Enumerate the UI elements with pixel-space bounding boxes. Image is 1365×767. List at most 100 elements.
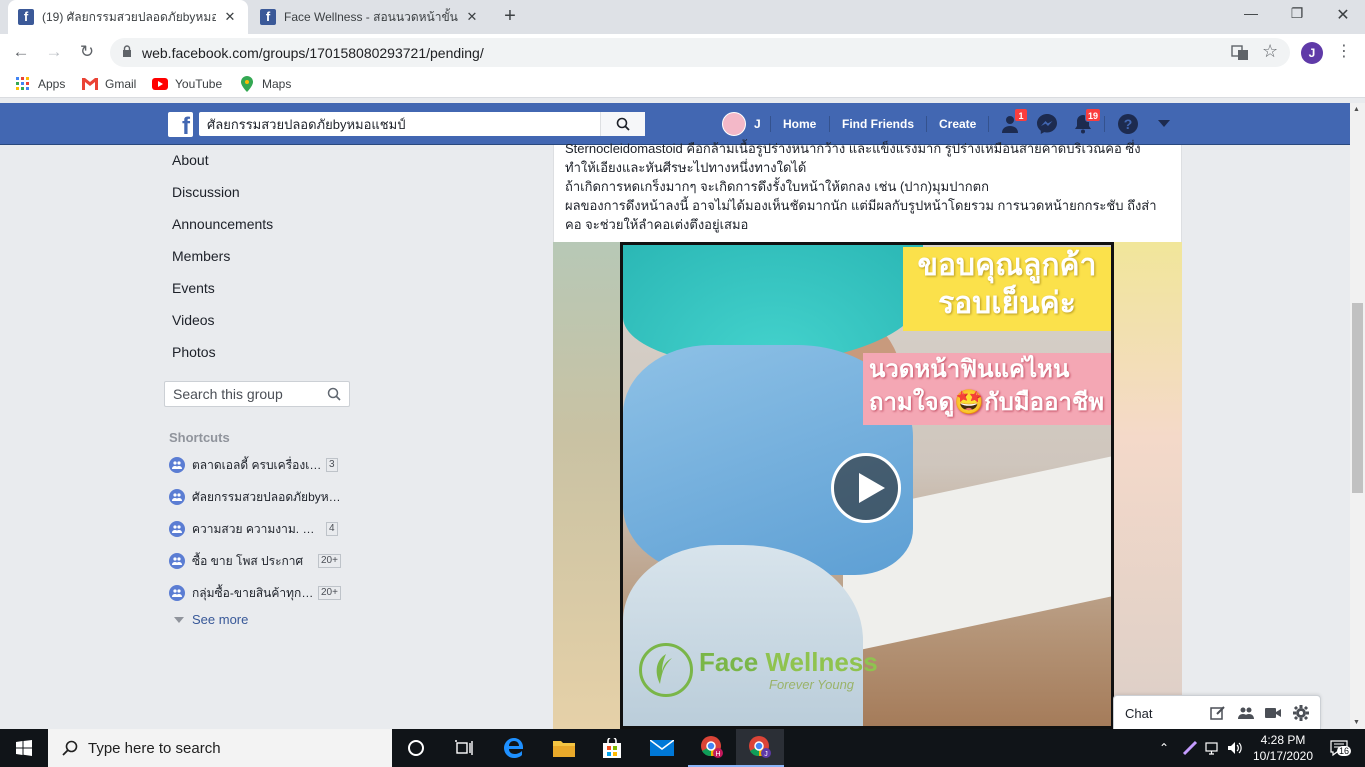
sidebar-item-videos[interactable]: Videos bbox=[172, 312, 215, 328]
caption-line: ถามใจดู🤩กับมืออาชีพ bbox=[869, 389, 1105, 416]
bookmark-label: Maps bbox=[262, 77, 292, 91]
translate-icon[interactable] bbox=[1231, 44, 1249, 62]
bookmark-gmail[interactable]: Gmail bbox=[82, 76, 136, 92]
restore-button[interactable]: ❐ bbox=[1274, 5, 1320, 27]
shortcut-name: ซื้อ ขาย โพส ประกาศ bbox=[192, 553, 304, 568]
taskbar-clock[interactable]: 4:28 PM 10/17/2020 bbox=[1243, 732, 1323, 764]
group-icon bbox=[169, 457, 185, 473]
clock-date: 10/17/2020 bbox=[1252, 749, 1314, 763]
sidebar-item-members[interactable]: Members bbox=[172, 248, 230, 264]
search-button[interactable] bbox=[600, 112, 645, 136]
sidebar-item-discussion[interactable]: Discussion bbox=[172, 184, 240, 200]
address-bar[interactable]: web.facebook.com/groups/170158080293721/… bbox=[110, 38, 1290, 67]
taskbar-search-input[interactable] bbox=[88, 739, 368, 757]
minimize-button[interactable]: — bbox=[1228, 5, 1274, 27]
new-message-icon[interactable] bbox=[1210, 705, 1226, 721]
messenger-button[interactable] bbox=[1035, 112, 1059, 136]
sidebar-item-events[interactable]: Events bbox=[172, 280, 215, 296]
see-more-link[interactable]: See more bbox=[174, 612, 248, 627]
browser-toolbar: ← → ↻ web.facebook.com/groups/1701580802… bbox=[0, 34, 1365, 71]
chrome-app-j[interactable]: J bbox=[736, 729, 784, 767]
shortcut-item[interactable]: ความสวย ความงาม. ครีม 4 bbox=[169, 519, 349, 539]
gear-icon[interactable] bbox=[1293, 705, 1309, 721]
forward-arrow-icon[interactable]: → bbox=[42, 41, 66, 65]
chrome-icon: H bbox=[701, 736, 723, 758]
bookmark-star-icon[interactable]: ☆ bbox=[1262, 41, 1278, 62]
sidebar-item-photos[interactable]: Photos bbox=[172, 344, 216, 360]
reload-icon[interactable]: ↻ bbox=[75, 41, 99, 65]
video-caption-pink: นวดหน้าฟินแค่ไหน ถามใจดู🤩กับมืออาชีพ bbox=[863, 353, 1111, 425]
task-view-button[interactable] bbox=[440, 729, 488, 767]
profile-avatar[interactable]: J bbox=[1301, 42, 1323, 64]
video-player[interactable]: ขอบคุณลูกค้า รอบเย็นค่ะ นวดหน้าฟินแค่ไหน… bbox=[620, 242, 1114, 729]
divider bbox=[988, 116, 989, 132]
volume-icon[interactable] bbox=[1225, 729, 1245, 767]
video-call-icon[interactable] bbox=[1265, 705, 1281, 721]
back-arrow-icon[interactable]: ← bbox=[9, 41, 33, 65]
scroll-down-icon[interactable]: ▼ bbox=[1353, 719, 1360, 726]
tab-title: Face Wellness - สอนนวดหน้าขั้นสูงอันดับ … bbox=[284, 9, 458, 24]
group-search-input[interactable] bbox=[165, 382, 320, 406]
post-text-line: Sternocleidomastoid คือกล้ามเนื้อรูปร่าง… bbox=[565, 141, 1141, 156]
close-tab-icon[interactable]: ✕ bbox=[464, 9, 480, 25]
bookmark-youtube[interactable]: YouTube bbox=[152, 76, 222, 92]
notifications-button[interactable]: 19 bbox=[1071, 108, 1101, 136]
shortcut-item[interactable]: ศัลยกรรมสวยปลอดภัยbyหมอแชมป์ bbox=[169, 487, 349, 507]
play-button-icon[interactable] bbox=[831, 453, 901, 523]
cortana-button[interactable] bbox=[392, 729, 440, 767]
browser-tab-face-wellness[interactable]: f Face Wellness - สอนนวดหน้าขั้นสูงอันดั… bbox=[250, 0, 490, 34]
chat-sidebar-tab[interactable]: Chat bbox=[1113, 695, 1321, 729]
chrome-app-h[interactable]: H bbox=[688, 729, 736, 767]
page-scrollbar[interactable]: ▲ ▼ bbox=[1350, 103, 1365, 729]
brand-name-part: Wellness bbox=[758, 647, 878, 677]
cortana-icon bbox=[408, 740, 424, 756]
pen-tray-icon[interactable] bbox=[1178, 729, 1202, 767]
shortcut-name: ตลาดเอลดี้ ครบเครื่องเรื่องสวย bbox=[192, 457, 322, 472]
group-icon bbox=[169, 585, 185, 601]
create-group-icon[interactable] bbox=[1238, 705, 1254, 721]
sidebar-item-announcements[interactable]: Announcements bbox=[172, 216, 273, 232]
maps-icon bbox=[239, 76, 255, 92]
help-button[interactable]: ? bbox=[1116, 112, 1140, 136]
shortcut-name: กลุ่มซื้อ-ขายสินค้าทุกชนิด bbox=[192, 585, 314, 600]
friend-requests-button[interactable]: 1 bbox=[998, 108, 1028, 136]
shortcut-name: ศัลยกรรมสวยปลอดภัยbyหมอแชมป์ bbox=[192, 489, 342, 504]
facebook-logo-icon[interactable]: f bbox=[168, 112, 193, 137]
new-tab-button[interactable]: + bbox=[498, 5, 522, 29]
search-icon bbox=[616, 117, 630, 131]
svg-text:J: J bbox=[764, 751, 768, 758]
sidebar-item-about[interactable]: About bbox=[172, 152, 209, 168]
account-menu-button[interactable] bbox=[1152, 112, 1176, 136]
bookmark-label: Apps bbox=[38, 77, 66, 91]
file-explorer-app[interactable] bbox=[540, 729, 588, 767]
windows-taskbar: H J ⌃ 4:28 PM 10/17/2020 16 bbox=[0, 729, 1365, 767]
mail-app[interactable] bbox=[638, 729, 686, 767]
scrollbar-thumb[interactable] bbox=[1352, 303, 1363, 493]
shortcut-item[interactable]: ซื้อ ขาย โพส ประกาศ 20+ bbox=[169, 551, 349, 571]
close-window-button[interactable]: ✕ bbox=[1320, 5, 1365, 27]
bookmark-apps[interactable]: Apps bbox=[15, 76, 65, 92]
clock-time: 4:28 PM bbox=[1260, 733, 1306, 747]
chrome-menu-icon[interactable]: ⋮ bbox=[1336, 41, 1352, 63]
tray-overflow-icon[interactable]: ⌃ bbox=[1152, 729, 1176, 767]
help-icon: ? bbox=[1118, 114, 1138, 134]
close-tab-icon[interactable]: ✕ bbox=[222, 9, 238, 25]
edge-app[interactable] bbox=[490, 729, 538, 767]
store-app[interactable] bbox=[588, 729, 636, 767]
network-icon[interactable] bbox=[1202, 729, 1224, 767]
url-text: web.facebook.com/groups/170158080293721/… bbox=[142, 45, 484, 61]
apps-grid-icon bbox=[15, 76, 31, 92]
action-center-button[interactable]: 16 bbox=[1322, 729, 1356, 767]
caption-line: ขอบคุณลูกค้า bbox=[917, 249, 1097, 282]
facebook-search-input[interactable] bbox=[199, 112, 599, 136]
bookmarks-bar: Apps Gmail YouTube Maps bbox=[0, 71, 1365, 98]
shortcut-name: ความสวย ความงาม. ครีม bbox=[192, 521, 322, 536]
shortcut-item[interactable]: กลุ่มซื้อ-ขายสินค้าทุกชนิด 20+ bbox=[169, 583, 349, 603]
search-icon[interactable] bbox=[327, 387, 341, 401]
shortcut-item[interactable]: ตลาดเอลดี้ ครบเครื่องเรื่องสวย 3 bbox=[169, 455, 349, 475]
scroll-up-icon[interactable]: ▲ bbox=[1353, 106, 1360, 113]
brand-name-part: Face bbox=[699, 647, 759, 677]
windows-start-button[interactable] bbox=[0, 729, 48, 767]
bookmark-maps[interactable]: Maps bbox=[239, 76, 291, 92]
browser-tab-active[interactable]: f (19) ศัลยกรรมสวยปลอดภัยbyหมอแชมป์ ✕ bbox=[8, 0, 248, 34]
